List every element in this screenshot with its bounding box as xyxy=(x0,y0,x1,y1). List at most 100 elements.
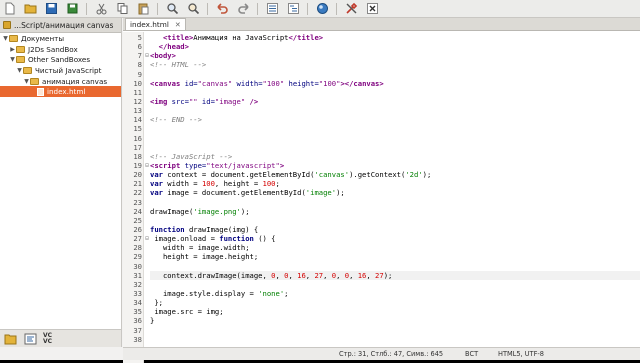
code-line[interactable]: 38 xyxy=(133,335,640,344)
code-line[interactable]: 22 var image = document.getElementById('i… xyxy=(133,188,640,197)
version-control-button[interactable]: VC VC xyxy=(43,332,58,345)
project-tree: ▼ Документы ▶ J2Ds SandBox ▼ Other SandBoxes ▼… xyxy=(0,33,121,98)
list-icon xyxy=(266,2,279,15)
editor-tab-bar: index.html ✕ xyxy=(123,18,640,31)
code-line[interactable]: 20 var context = document.getElementById(… xyxy=(133,170,640,180)
outline-button[interactable] xyxy=(286,2,300,16)
code-text: drawImage('image.png'); xyxy=(150,207,250,216)
undo-button[interactable] xyxy=(215,2,229,16)
code-line[interactable]: 25 xyxy=(133,216,640,225)
tree-item[interactable]: ▼ Чистый JavaScript xyxy=(0,65,121,76)
code-line[interactable]: 11 xyxy=(133,88,640,97)
open-folder-icon xyxy=(24,2,37,15)
code-line[interactable]: 21 var width = 100, height = 100; xyxy=(133,179,640,188)
code-line[interactable]: 34 }; xyxy=(133,298,640,307)
expanded-arrow-icon[interactable]: ▼ xyxy=(16,67,23,74)
copy-button[interactable] xyxy=(115,2,129,16)
code-line[interactable]: 10 <canvas id="canvas" width="100" height… xyxy=(133,79,640,88)
symbols-icon xyxy=(24,333,37,345)
file-browser-button[interactable] xyxy=(3,332,18,345)
code-line[interactable]: 26 function drawImage(img) { xyxy=(133,225,640,234)
collapsed-arrow-icon[interactable]: ▶ xyxy=(9,46,16,53)
line-number: 11 xyxy=(133,87,142,97)
code-token: , xyxy=(349,270,358,280)
code-line[interactable]: 5 <title>Анимация на JavaScript</title> xyxy=(138,33,640,42)
code-line[interactable]: 29 height = image.height; xyxy=(133,252,640,262)
code-line[interactable]: 15 xyxy=(133,124,640,133)
tree-item[interactable]: index.html xyxy=(0,86,121,98)
code-token: 'image.png' xyxy=(193,206,241,216)
code-line[interactable]: 9 xyxy=(138,70,640,79)
code-token: <!-- JavaScript --> xyxy=(150,151,233,161)
tree-item[interactable]: ▼ анимация canvas xyxy=(0,76,121,87)
tree-item[interactable]: ▶ J2Ds SandBox xyxy=(0,44,121,55)
code-lines[interactable]: 5 <title>Анимация на JavaScript</title> 6… xyxy=(133,33,640,344)
code-line[interactable]: 13 xyxy=(133,106,640,115)
replace-button[interactable] xyxy=(186,2,200,16)
code-line[interactable]: 17 xyxy=(133,143,640,152)
code-line[interactable]: 36} xyxy=(133,316,640,325)
tree-item-label: анимация canvas xyxy=(42,76,108,86)
tree-item-label: Чистый JavaScript xyxy=(35,65,102,75)
code-token: , xyxy=(336,270,345,280)
code-line[interactable]: 24 drawImage('image.png'); xyxy=(133,207,640,216)
code-line[interactable]: 30 xyxy=(133,262,640,271)
expanded-arrow-icon[interactable]: ▼ xyxy=(9,56,16,63)
code-line[interactable]: 23 xyxy=(133,198,640,207)
code-token: height = image.height; xyxy=(150,252,259,262)
tools-button[interactable] xyxy=(344,2,358,16)
code-token: ); xyxy=(240,206,250,216)
expanded-arrow-icon[interactable]: ▼ xyxy=(2,35,9,42)
project-tab[interactable]: ...Script/анимация canvas xyxy=(0,18,121,33)
find-icon xyxy=(166,2,179,15)
code-token: ); xyxy=(336,188,345,198)
new-file-button[interactable] xyxy=(2,2,16,16)
open-folder-button[interactable] xyxy=(23,2,37,16)
list-button[interactable] xyxy=(265,2,279,16)
tree-item[interactable]: ▼ Other SandBoxes xyxy=(0,54,121,65)
tree-item[interactable]: ▼ Документы xyxy=(0,33,121,44)
code-line[interactable]: 31 context.drawImage(image, 0, 0, 16, 27… xyxy=(133,270,640,280)
code-token: , xyxy=(366,270,376,280)
redo-button[interactable] xyxy=(236,2,250,16)
save-button[interactable] xyxy=(44,2,58,16)
find-button[interactable] xyxy=(165,2,179,16)
symbols-button[interactable] xyxy=(23,332,38,345)
code-line[interactable]: 28 width = image.width; xyxy=(133,243,640,252)
code-line[interactable]: 19 ⊟ <script type="text/javascript"> xyxy=(133,160,640,170)
close-button[interactable] xyxy=(365,2,379,16)
code-token: 'canvas' xyxy=(314,170,350,180)
copy-icon xyxy=(116,2,129,15)
code-line[interactable]: 7 ⊟ <body> xyxy=(138,51,640,60)
tab-close-icon[interactable]: ✕ xyxy=(175,21,181,29)
line-number: 34 xyxy=(133,298,142,308)
line-number: 33 xyxy=(133,288,142,298)
line-number: 15 xyxy=(133,124,142,134)
file-browser-icon xyxy=(4,333,17,345)
expanded-arrow-icon[interactable]: ▼ xyxy=(23,78,30,85)
code-line[interactable]: 32 xyxy=(133,280,640,289)
code-line[interactable]: 14 <!-- END --> xyxy=(133,115,640,124)
line-number: 13 xyxy=(133,106,142,116)
code-line[interactable]: 27 ⊟ image.onload = function () { xyxy=(133,234,640,243)
code-editor[interactable]: 5 <title>Анимация на JavaScript</title> 6… xyxy=(123,32,640,363)
code-line[interactable]: 18 <!-- JavaScript --> xyxy=(133,151,640,161)
cut-button[interactable] xyxy=(94,2,108,16)
code-token: var xyxy=(150,170,163,180)
code-line[interactable]: 6 </head> xyxy=(138,42,640,51)
code-token: ); xyxy=(422,170,432,180)
code-line[interactable]: 12 <img src="" id="image" /> xyxy=(133,97,640,106)
paste-button[interactable] xyxy=(136,2,150,16)
code-text: width = image.width; xyxy=(150,243,250,252)
code-line[interactable]: 8 <!-- HTML --> xyxy=(138,60,640,69)
code-text: var image = document.getElementById('ima… xyxy=(150,188,345,197)
browser-button[interactable] xyxy=(315,2,329,16)
file-encoding: HTML5, UTF-8 xyxy=(498,350,544,358)
code-line[interactable]: 33 image.style.display = 'none'; xyxy=(133,289,640,298)
tab-index-html[interactable]: index.html ✕ xyxy=(125,18,186,30)
code-line[interactable]: 16 xyxy=(133,134,640,143)
code-line[interactable]: 35 image.src = img; xyxy=(133,307,640,316)
save-all-button[interactable] xyxy=(65,2,79,16)
code-token: "text/javascript" xyxy=(206,160,280,170)
code-line[interactable]: 37 xyxy=(133,326,640,335)
